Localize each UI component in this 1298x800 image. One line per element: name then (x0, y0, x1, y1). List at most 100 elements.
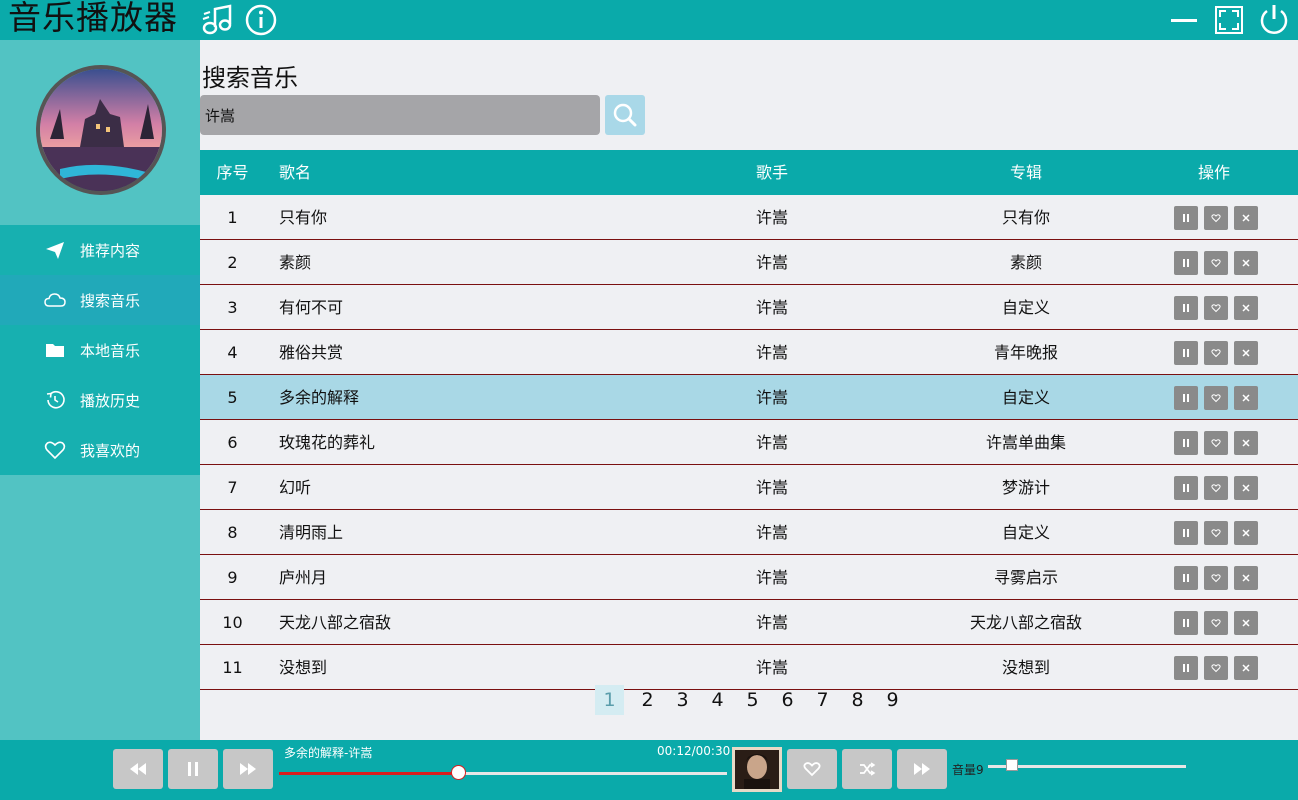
table-row[interactable]: 7 幻听 许嵩 梦游计 (200, 465, 1298, 510)
like-button[interactable] (1204, 296, 1228, 320)
time-label: 00:12/00:30 (657, 744, 731, 758)
pause-button[interactable] (1174, 521, 1198, 545)
volume-slider[interactable] (988, 759, 1186, 771)
page-link[interactable]: 4 (700, 685, 735, 715)
pause-button[interactable] (1174, 611, 1198, 635)
row-ops (1174, 206, 1258, 230)
pause-button[interactable] (1174, 341, 1198, 365)
search-button[interactable] (605, 95, 645, 135)
remove-button[interactable] (1234, 341, 1258, 365)
fullscreen-icon[interactable] (1211, 2, 1247, 38)
search-input[interactable] (200, 95, 600, 135)
sidebar-item-label: 播放历史 (80, 391, 141, 410)
row-name: 清明雨上 (279, 523, 344, 542)
like-button[interactable] (787, 749, 837, 789)
like-button[interactable] (1204, 431, 1228, 455)
pause-button[interactable] (1174, 431, 1198, 455)
pause-icon (1183, 349, 1189, 357)
like-button[interactable] (1204, 611, 1228, 635)
table-row[interactable]: 6 玫瑰花的葬礼 许嵩 许嵩单曲集 (200, 420, 1298, 465)
table-row[interactable]: 2 素颜 许嵩 素颜 (200, 240, 1298, 285)
remove-button[interactable] (1234, 566, 1258, 590)
table-row[interactable]: 8 清明雨上 许嵩 自定义 (200, 510, 1298, 555)
page-link[interactable]: 7 (805, 685, 840, 715)
table-row[interactable]: 11 没想到 许嵩 没想到 (200, 645, 1298, 690)
table-row[interactable]: 10 天龙八部之宿敌 许嵩 天龙八部之宿敌 (200, 600, 1298, 645)
minimize-icon[interactable] (1166, 2, 1202, 38)
table-row[interactable]: 1 只有你 许嵩 只有你 (200, 195, 1298, 240)
like-button[interactable] (1204, 566, 1228, 590)
pause-button[interactable] (1174, 296, 1198, 320)
table-row[interactable]: 9 庐州月 许嵩 寻雾启示 (200, 555, 1298, 600)
shuffle-button[interactable] (842, 749, 892, 789)
row-ops (1174, 341, 1258, 365)
pause-button[interactable] (1174, 386, 1198, 410)
row-name: 有何不可 (279, 298, 344, 317)
pause-icon (1183, 574, 1189, 582)
pause-button[interactable] (1174, 476, 1198, 500)
close-icon (1242, 394, 1250, 402)
play-pause-button[interactable] (168, 749, 218, 789)
remove-button[interactable] (1234, 206, 1258, 230)
volume-label: 音量9 (952, 763, 984, 777)
remove-button[interactable] (1234, 476, 1258, 500)
remove-button[interactable] (1234, 251, 1258, 275)
page-link[interactable]: 5 (735, 685, 770, 715)
search-icon (613, 103, 637, 127)
like-button[interactable] (1204, 341, 1228, 365)
pause-button[interactable] (1174, 656, 1198, 680)
progress-slider[interactable] (279, 765, 727, 780)
pause-icon (1183, 619, 1189, 627)
row-name: 雅俗共赏 (279, 343, 344, 362)
like-button[interactable] (1204, 656, 1228, 680)
remove-button[interactable] (1234, 296, 1258, 320)
power-icon[interactable] (1256, 2, 1292, 38)
remove-button[interactable] (1234, 431, 1258, 455)
pause-button[interactable] (1174, 206, 1198, 230)
table-row[interactable]: 3 有何不可 许嵩 自定义 (200, 285, 1298, 330)
remove-button[interactable] (1234, 521, 1258, 545)
close-icon (1242, 304, 1250, 312)
sidebar-item-local[interactable]: 本地音乐 (0, 325, 200, 375)
like-button[interactable] (1204, 476, 1228, 500)
remove-button[interactable] (1234, 611, 1258, 635)
sidebar-item-favorites[interactable]: 我喜欢的 (0, 425, 200, 475)
avatar[interactable] (36, 65, 166, 195)
like-button[interactable] (1204, 206, 1228, 230)
page-link-current[interactable]: 1 (595, 685, 624, 715)
pause-button[interactable] (1174, 566, 1198, 590)
sidebar-item-recommend[interactable]: 推荐内容 (0, 225, 200, 275)
row-ops (1174, 296, 1258, 320)
like-button[interactable] (1204, 521, 1228, 545)
sidebar-item-history[interactable]: 播放历史 (0, 375, 200, 425)
table-row-selected[interactable]: 5 多余的解释 许嵩 自定义 (200, 375, 1298, 420)
row-ops (1174, 521, 1258, 545)
remove-button[interactable] (1234, 386, 1258, 410)
close-icon (1242, 349, 1250, 357)
row-album: 素颜 (1009, 253, 1042, 272)
page-link[interactable]: 3 (665, 685, 700, 715)
page-link[interactable]: 6 (770, 685, 805, 715)
page-link[interactable]: 9 (875, 685, 910, 715)
table-header: 序号 歌名 歌手 专辑 操作 (200, 150, 1298, 195)
page-link[interactable]: 2 (630, 685, 665, 715)
like-button[interactable] (1204, 386, 1228, 410)
remove-button[interactable] (1234, 656, 1258, 680)
page-link[interactable]: 8 (840, 685, 875, 715)
progress-handle[interactable] (451, 765, 467, 780)
next-button[interactable] (223, 749, 273, 789)
previous-button[interactable] (113, 749, 163, 789)
album-cover[interactable] (732, 747, 782, 792)
volume-handle[interactable] (1005, 759, 1018, 771)
heart-icon (44, 441, 66, 460)
next-track-button[interactable] (897, 749, 947, 789)
heart-icon (1211, 439, 1221, 448)
sidebar-item-search[interactable]: 搜索音乐 (0, 275, 200, 325)
like-button[interactable] (1204, 251, 1228, 275)
table-row[interactable]: 4 雅俗共赏 许嵩 青年晚报 (200, 330, 1298, 375)
row-album: 自定义 (1001, 298, 1050, 317)
row-no: 8 (227, 523, 238, 542)
row-no: 4 (227, 343, 238, 362)
pause-button[interactable] (1174, 251, 1198, 275)
info-icon[interactable] (243, 2, 279, 38)
